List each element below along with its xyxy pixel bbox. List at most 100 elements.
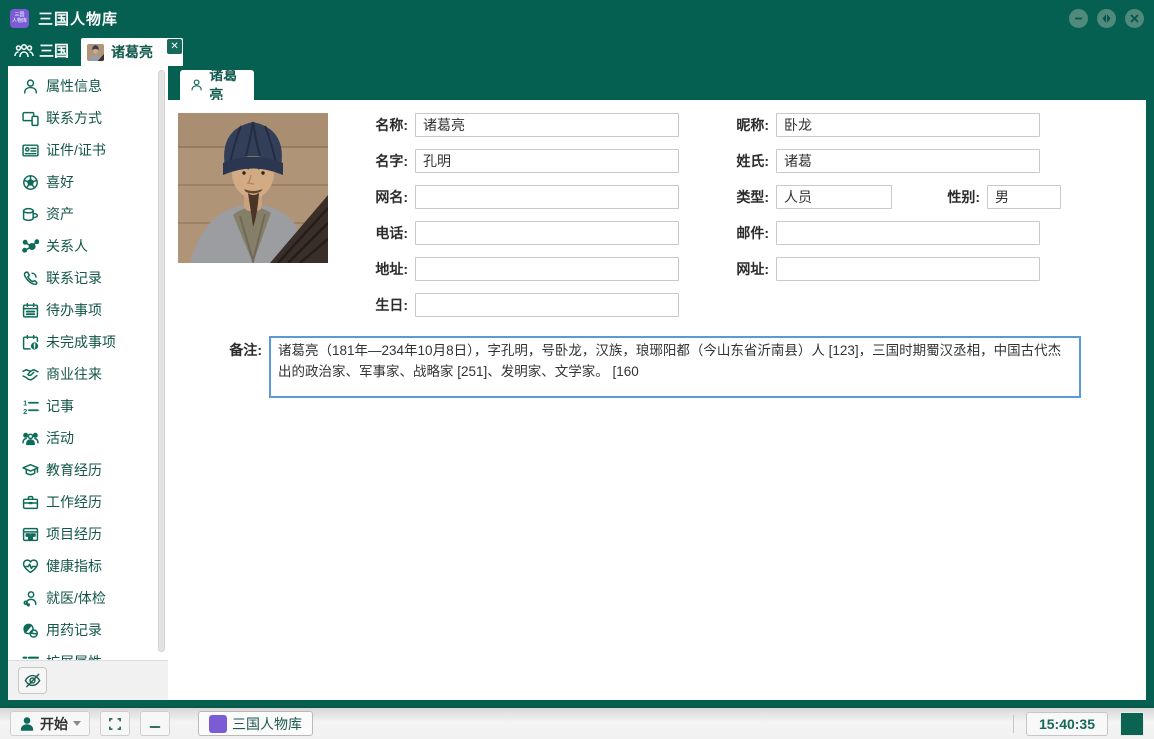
given-name-input[interactable] [415,149,679,173]
sidebar-item-label: 扩展属性 [46,652,102,660]
sidebar-item-activities[interactable]: 活动 [8,422,168,454]
minimize-icon [149,717,161,731]
main-panel: 诸葛亮 [168,66,1154,700]
project-icon [22,526,39,543]
phone-label: 电话: [358,223,408,243]
sidebar-item-notes[interactable]: 12 记事 [8,390,168,422]
sidebar-item-label: 工作经历 [46,492,102,512]
content-tab-strip: 诸葛亮 [168,66,1146,100]
name-input[interactable] [415,113,679,137]
app-title: 三国人物库 [38,8,118,29]
surname-input[interactable] [776,149,1040,173]
sidebar: 属性信息 联系方式 证件/证书 喜好 资产 关系人 [0,66,168,700]
form-right-column: 昵称: 姓氏: 类型: 性别: 邮件: 网址: [719,113,1061,329]
sidebar-item-medication[interactable]: 用药记录 [8,614,168,646]
calendar-alert-icon [22,334,39,351]
sidebar-item-label: 未完成事项 [46,332,116,352]
heart-pulse-icon [22,558,39,575]
fullscreen-button[interactable] [100,711,130,736]
website-input[interactable] [776,257,1040,281]
sidebar-item-hobbies[interactable]: 喜好 [8,166,168,198]
sidebar-item-certificates[interactable]: 证件/证书 [8,134,168,166]
chevron-down-icon [73,721,81,726]
sidebar-footer [8,660,168,700]
sidebar-item-label: 商业往来 [46,364,102,384]
sidebar-item-unfinished[interactable]: 未完成事项 [8,326,168,358]
sidebar-item-label: 资产 [46,204,74,224]
address-input[interactable] [415,257,679,281]
tab-home[interactable]: 三国 [0,40,81,66]
minimize-window-button[interactable] [1069,9,1088,28]
sidebar-item-label: 待办事项 [46,300,102,320]
address-label: 地址: [358,259,408,279]
start-button[interactable]: 开始 [10,711,90,736]
remark-label: 备注: [178,336,262,398]
sidebar-item-health[interactable]: 健康指标 [8,550,168,582]
people-group-icon [14,43,34,59]
net-name-input[interactable] [415,185,679,209]
sidebar-item-education[interactable]: 教育经历 [8,454,168,486]
numbered-list-icon: 12 [22,398,39,415]
close-window-button[interactable] [1125,9,1144,28]
website-label: 网址: [719,259,769,279]
birthday-label: 生日: [358,295,408,315]
sidebar-item-label: 项目经历 [46,524,102,544]
sidebar-item-todo[interactable]: 待办事项 [8,294,168,326]
email-input[interactable] [776,221,1040,245]
person-icon [22,78,39,95]
window-tab-bar: 三国 诸葛亮 ✕ [0,36,1154,66]
sidebar-item-contact-info[interactable]: 联系方式 [8,102,168,134]
sidebar-item-medical[interactable]: 就医/体检 [8,582,168,614]
sidebar-item-assets[interactable]: 资产 [8,198,168,230]
sidebar-item-attributes[interactable]: 属性信息 [8,70,168,102]
sidebar-item-label: 喜好 [46,172,74,192]
minimize-all-button[interactable] [140,711,170,736]
nickname-label: 昵称: [719,115,769,135]
toggle-visibility-button[interactable] [18,667,47,694]
content-tab-label: 诸葛亮 [209,65,244,105]
close-tab-icon[interactable]: ✕ [167,39,182,54]
sidebar-item-projects[interactable]: 项目经历 [8,518,168,550]
phone-input[interactable] [415,221,679,245]
sidebar-item-label: 健康指标 [46,556,102,576]
gender-input[interactable] [987,185,1061,209]
taskbar: 开始 三国人物库 15:40:35 [0,706,1154,739]
type-input[interactable] [776,185,892,209]
taskbar-item-app[interactable]: 三国人物库 [198,711,313,736]
start-button-label: 开始 [40,714,68,734]
sidebar-item-business[interactable]: 商业往来 [8,358,168,390]
home-tab-label: 三国 [39,40,69,61]
sidebar-scrollbar[interactable] [158,70,165,652]
sidebar-item-contact-records[interactable]: 联系记录 [8,262,168,294]
window-titlebar: 三国人物库 三国人物库 [0,0,1154,36]
given-name-label: 名字: [358,151,408,171]
person-photo [178,113,328,263]
calendar-icon [22,302,39,319]
patient-icon [22,590,39,607]
svg-text:2: 2 [23,406,27,414]
pills-icon [22,622,39,639]
sidebar-item-label: 就医/体检 [46,588,106,608]
nickname-input[interactable] [776,113,1040,137]
app-logo-icon: 三国人物库 [10,9,29,28]
sidebar-item-label: 联系记录 [46,268,102,288]
maximize-window-button[interactable] [1097,9,1116,28]
fullscreen-icon [109,717,121,731]
soccer-icon [22,174,39,191]
content-tab-zhuge-liang[interactable]: 诸葛亮 [180,70,254,100]
net-name-label: 网名: [358,187,408,207]
birthday-input[interactable] [415,293,679,317]
remark-textarea[interactable]: 诸葛亮（181年—234年10月8日），字孔明，号卧龙，汉族，琅琊阳都（今山东省… [269,336,1081,398]
phone-icon [22,270,39,287]
show-desktop-button[interactable] [1120,712,1144,736]
email-label: 邮件: [719,223,769,243]
form-left-column: 名称: 名字: 网名: 电话: 地址: 生日: [358,113,679,329]
sidebar-item-work[interactable]: 工作经历 [8,486,168,518]
taskbar-item-label: 三国人物库 [232,714,302,734]
sidebar-item-relations[interactable]: 关系人 [8,230,168,262]
gender-label: 性别: [936,187,980,207]
sidebar-item-extended[interactable]: 扩展属性 [8,646,168,660]
list-icon [22,654,39,661]
tab-zhuge-liang[interactable]: 诸葛亮 ✕ [81,38,183,66]
sidebar-item-label: 用药记录 [46,620,102,640]
